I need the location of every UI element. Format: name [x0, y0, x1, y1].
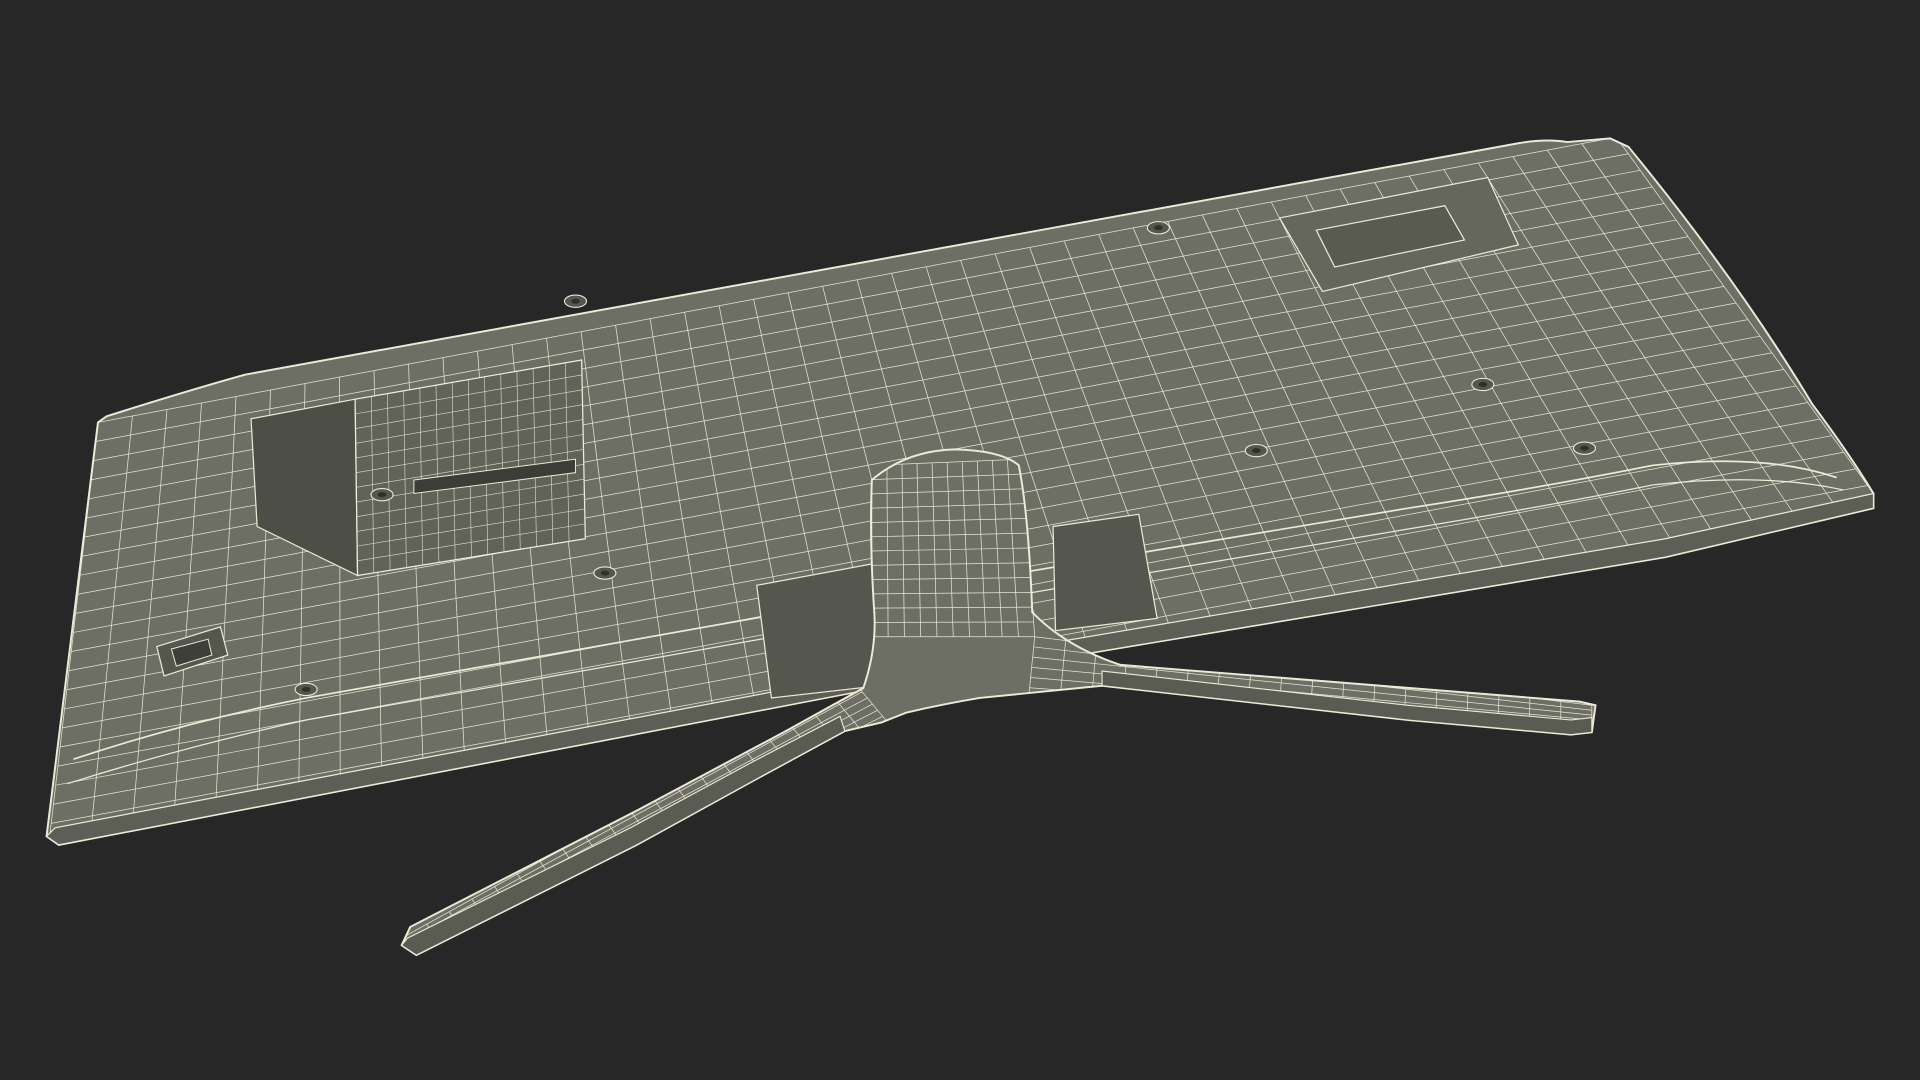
render-viewport — [0, 0, 1920, 1080]
monitor-wireframe — [45, 137, 1875, 957]
